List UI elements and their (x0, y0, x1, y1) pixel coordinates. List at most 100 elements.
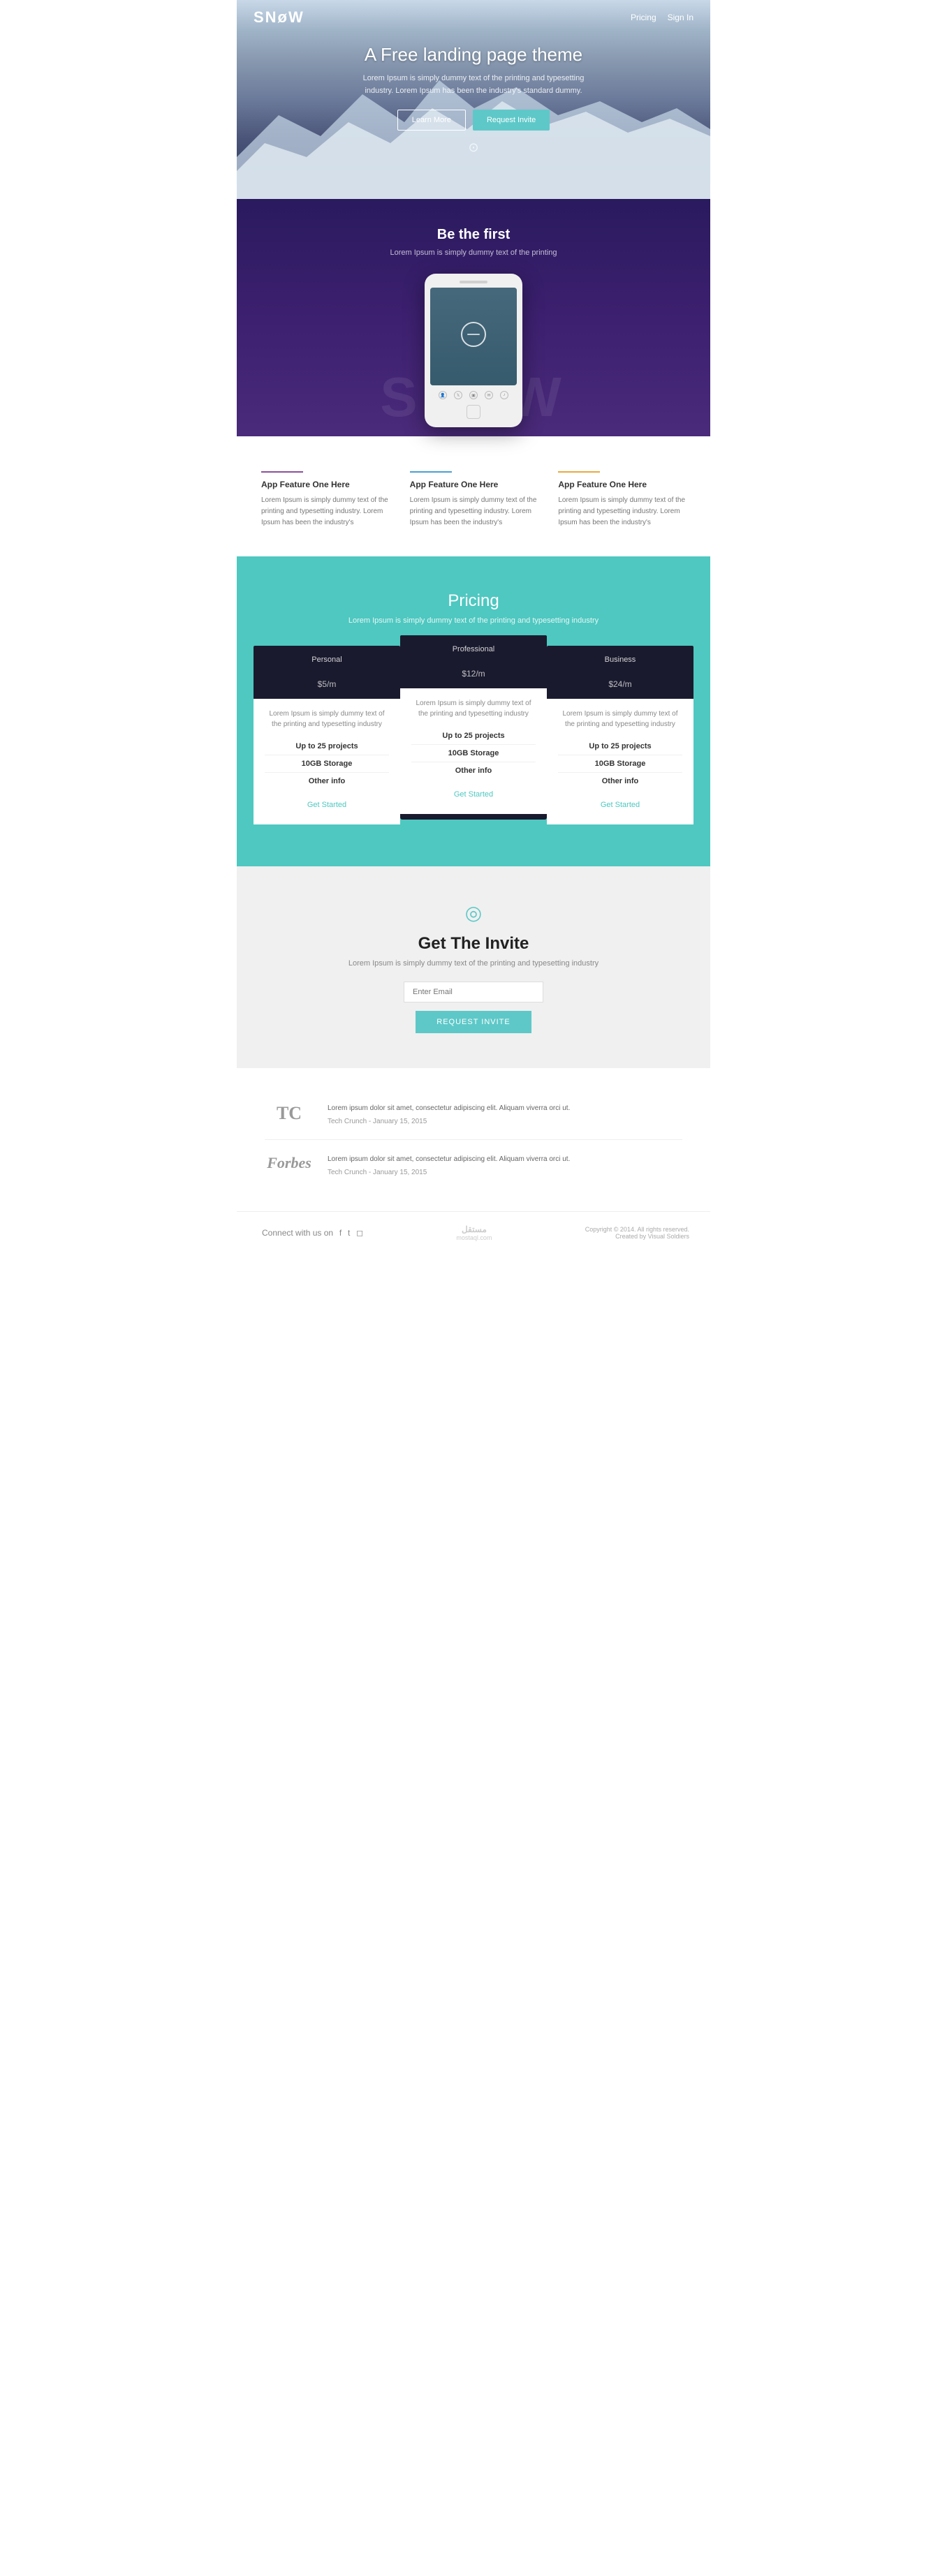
card-header-business: Business $24/m (547, 646, 693, 699)
social-icon-instagram[interactable]: ◻ (356, 1228, 363, 1238)
press-item-2: Forbes Lorem ipsum dolor sit amet, conse… (265, 1140, 682, 1190)
card-feature-business-2: 10GB Storage (558, 755, 682, 773)
card-header-personal: Personal $5/m (254, 646, 400, 699)
card-cta-business[interactable]: Get Started (558, 795, 682, 815)
card-period-professional: /m (476, 669, 485, 679)
navbar-logo: SNøW (254, 8, 304, 27)
pricing-cards: Personal $5/m Lorem Ipsum is simply dumm… (254, 646, 693, 824)
press-desc-2: Lorem ipsum dolor sit amet, consectetur … (328, 1154, 570, 1165)
nav-pricing[interactable]: Pricing (631, 13, 656, 22)
card-body-personal: Lorem Ipsum is simply dummy text of the … (254, 699, 400, 824)
connect-text: Connect with us on (262, 1228, 333, 1238)
card-body-professional: Lorem Ipsum is simply dummy text of the … (400, 688, 547, 814)
phone-icons-row: 👤 𝕏 ▣ ✉ ♪ (430, 385, 517, 402)
phone-speaker-area (430, 281, 517, 283)
copyright-text: Copyright © 2014. All rights reserved. (585, 1226, 689, 1233)
press-logo-forbes: Forbes (265, 1154, 314, 1172)
phone-screen (430, 288, 517, 385)
hero-section: SNøW Pricing Sign In A Free landing page… (237, 0, 710, 199)
pricing-card-professional: Professional $12/m Lorem Ipsum is simply… (400, 635, 547, 820)
navbar-links: Pricing Sign In (631, 13, 693, 22)
be-first-section: Be the first Lorem Ipsum is simply dummy… (237, 199, 710, 436)
feature-item-1: App Feature One Here Lorem Ipsum is simp… (258, 471, 392, 528)
scroll-down-icon: ⊙ (355, 140, 592, 155)
card-price-professional: $12/m (409, 659, 538, 681)
get-invite-title: Get The Invite (251, 934, 696, 954)
be-first-description: Lorem Ipsum is simply dummy text of the … (251, 249, 696, 257)
hero-content: A Free landing page theme Lorem Ipsum is… (355, 44, 592, 155)
feature-title-2: App Feature One Here (410, 480, 538, 489)
hero-description: Lorem Ipsum is simply dummy text of the … (355, 73, 592, 97)
request-invite-submit-button[interactable]: REQUEST INVITE (416, 1011, 531, 1033)
nav-signin[interactable]: Sign In (668, 13, 693, 22)
pricing-subtitle: Lorem Ipsum is simply dummy text of the … (254, 616, 693, 625)
social-icon-facebook[interactable]: f (339, 1228, 342, 1238)
navbar: SNøW Pricing Sign In (237, 0, 710, 35)
card-period-business: /m (622, 679, 631, 689)
press-date-2: Tech Crunch - January 15, 2015 (328, 1169, 570, 1176)
card-label-professional: Professional (409, 645, 538, 653)
hero-buttons: Learn More Request Invite (355, 110, 592, 131)
card-desc-professional: Lorem Ipsum is simply dummy text of the … (411, 698, 536, 719)
feature-title-1: App Feature One Here (261, 480, 389, 489)
phone-speaker (460, 281, 487, 283)
feature-line-3 (558, 471, 600, 473)
card-price-value-business: $24 (608, 679, 622, 689)
request-invite-button[interactable]: Request Invite (473, 110, 550, 131)
watermark-logo: مستقل (456, 1224, 492, 1234)
social-icon-twitter[interactable]: t (348, 1228, 350, 1238)
phone-icon-5: ♪ (500, 391, 508, 399)
card-label-business: Business (555, 656, 685, 664)
phone-home-button (467, 405, 480, 419)
card-desc-personal: Lorem Ipsum is simply dummy text of the … (265, 709, 389, 730)
card-cta-professional[interactable]: Get Started (411, 785, 536, 804)
phone-icon-2: 𝕏 (454, 391, 462, 399)
press-section: TC Lorem ipsum dolor sit amet, consectet… (237, 1068, 710, 1211)
tc-logo-text: TC (265, 1103, 314, 1124)
feature-line-1 (261, 471, 303, 473)
pricing-section: Pricing Lorem Ipsum is simply dummy text… (237, 556, 710, 866)
card-feature-professional-3: Other info (411, 762, 536, 779)
press-text-1: Lorem ipsum dolor sit amet, consectetur … (328, 1103, 570, 1125)
pricing-title: Pricing (254, 591, 693, 611)
press-date-1: Tech Crunch - January 15, 2015 (328, 1118, 570, 1125)
press-text-2: Lorem ipsum dolor sit amet, consectetur … (328, 1154, 570, 1176)
feature-item-2: App Feature One Here Lorem Ipsum is simp… (406, 471, 541, 528)
phone-mockup-container: 👤 𝕏 ▣ ✉ ♪ (251, 274, 696, 427)
card-price-value-professional: $12 (462, 669, 476, 679)
card-cta-personal[interactable]: Get Started (265, 795, 389, 815)
be-first-title: Be the first (251, 227, 696, 243)
card-feature-business-1: Up to 25 projects (558, 738, 682, 755)
phone-mockup: 👤 𝕏 ▣ ✉ ♪ (425, 274, 522, 427)
card-feature-personal-3: Other info (265, 773, 389, 790)
email-input[interactable] (404, 982, 543, 1002)
phone-play-inner (467, 334, 480, 335)
created-by: Created by Visual Soldiers (585, 1233, 689, 1240)
card-feature-professional-1: Up to 25 projects (411, 727, 536, 745)
card-feature-personal-2: 10GB Storage (265, 755, 389, 773)
press-logo-tc: TC (265, 1103, 314, 1124)
phone-icon-4: ✉ (485, 391, 493, 399)
feature-desc-2: Lorem Ipsum is simply dummy text of the … (410, 495, 538, 528)
features-section: App Feature One Here Lorem Ipsum is simp… (237, 436, 710, 556)
phone-icon-3: ▣ (469, 391, 478, 399)
card-feature-professional-2: 10GB Storage (411, 745, 536, 762)
card-label-personal: Personal (262, 656, 392, 664)
phone-play-button (461, 322, 486, 347)
card-period-personal: /m (327, 679, 336, 689)
phone-icon-1: 👤 (439, 391, 447, 399)
footer: Connect with us on f t ◻ مستقل mostaql.c… (237, 1211, 710, 1254)
press-item-1: TC Lorem ipsum dolor sit amet, consectet… (265, 1089, 682, 1140)
card-price-value-personal: $5 (318, 679, 327, 689)
invite-icon: ◎ (251, 901, 696, 924)
footer-watermark: مستقل mostaql.com (456, 1224, 492, 1241)
feature-title-3: App Feature One Here (558, 480, 686, 489)
hero-title: A Free landing page theme (355, 44, 592, 66)
press-desc-1: Lorem ipsum dolor sit amet, consectetur … (328, 1103, 570, 1114)
card-price-personal: $5/m (262, 669, 392, 692)
forbes-logo-text: Forbes (265, 1154, 314, 1172)
card-header-professional: Professional $12/m (400, 635, 547, 688)
pricing-card-personal: Personal $5/m Lorem Ipsum is simply dumm… (254, 646, 400, 824)
card-price-business: $24/m (555, 669, 685, 692)
learn-more-button[interactable]: Learn More (397, 110, 466, 131)
